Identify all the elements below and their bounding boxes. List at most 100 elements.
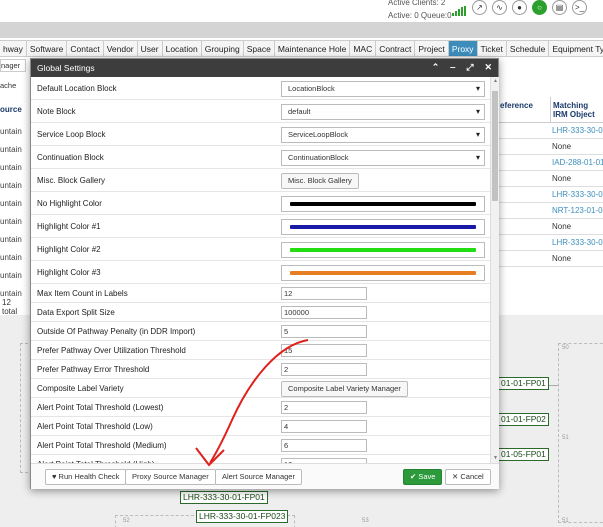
number-input[interactable]: 2 xyxy=(281,363,367,376)
cancel-label: Cancel xyxy=(460,472,484,481)
fp-label[interactable]: LHR-333-30-01-FP01 xyxy=(180,491,268,504)
cache-toggle[interactable]: ache xyxy=(0,81,28,93)
top-strip: Active Clients: 2 Active: 0 Queue:0 ↗ ∿ … xyxy=(0,0,603,22)
toolbar-strip xyxy=(0,22,603,38)
table-row[interactable]: LHR-333-30-05 xyxy=(498,123,603,139)
grid-number: 51 xyxy=(562,435,569,441)
nav-tab[interactable]: Contract xyxy=(376,41,416,56)
setting-row: Service Loop Block ServiceLoopBlock xyxy=(31,123,490,146)
matching-object-cell[interactable]: LHR-333-30-05 xyxy=(550,123,603,138)
sub-toolbar-button[interactable]: nager xyxy=(0,59,26,72)
column-header-source: ource xyxy=(0,105,22,114)
setting-row: Note Block default xyxy=(31,100,490,123)
color-picker[interactable] xyxy=(281,264,485,281)
table-row[interactable]: None xyxy=(498,171,603,187)
nav-tab[interactable]: Contact xyxy=(67,41,104,56)
table-row[interactable]: None xyxy=(498,219,603,235)
setting-button[interactable]: Composite Label Variety Manager xyxy=(281,380,408,397)
number-input[interactable]: 2 xyxy=(281,401,367,414)
fp-label[interactable]: 01-05-FP01 xyxy=(498,448,549,461)
setting-label: Highlight Color #2 xyxy=(37,244,101,254)
number-input[interactable]: 4 xyxy=(281,420,367,433)
matching-object-cell[interactable]: LHR-333-30-01 xyxy=(550,235,603,250)
number-input[interactable]: 5 xyxy=(281,325,367,338)
chart-icon[interactable]: ∿ xyxy=(492,0,507,15)
terminal-icon[interactable]: >_ xyxy=(572,0,587,15)
setting-select[interactable]: ServiceLoopBlock xyxy=(281,126,485,143)
table-row[interactable]: NRT-123-01-05 xyxy=(498,203,603,219)
setting-label: Highlight Color #1 xyxy=(37,221,101,231)
scroll-down-icon[interactable]: ▼ xyxy=(492,455,499,462)
nav-tab[interactable]: Project xyxy=(415,41,449,56)
nav-tab[interactable]: Schedule xyxy=(507,41,550,56)
nav-tab[interactable]: Location xyxy=(163,41,202,56)
dialog-scrollbar[interactable]: ▲ ▼ xyxy=(490,77,499,463)
run-health-check-button[interactable]: ♥ Run Health Check xyxy=(45,469,127,485)
nav-tab[interactable]: Space xyxy=(244,41,275,56)
nav-tab[interactable]: hway xyxy=(0,41,27,56)
cancel-button[interactable]: ✕ Cancel xyxy=(445,469,491,485)
expand-icon[interactable]: ↗ xyxy=(472,0,487,15)
table-row[interactable]: IAD-288-01-01 xyxy=(498,155,603,171)
nav-tab[interactable]: Equipment Type xyxy=(549,41,603,56)
setting-button[interactable]: Misc. Block Gallery xyxy=(281,172,359,189)
scroll-thumb[interactable] xyxy=(492,91,498,201)
setting-row: Composite Label Variety Composite Label V… xyxy=(31,379,490,398)
color-swatch xyxy=(290,201,476,206)
dialog-footer: ♥ Run Health Check Proxy Source Manager … xyxy=(31,463,499,489)
matching-object-cell[interactable]: LHR-333-30-01 xyxy=(550,187,603,202)
setting-select[interactable]: LocationBlock xyxy=(281,80,485,97)
setting-row: Alert Point Total Threshold (Low) 4 xyxy=(31,417,490,436)
nav-tab[interactable]: Ticket xyxy=(478,41,507,56)
fp-label[interactable]: LHR-333-30-01-FP023 xyxy=(196,510,289,523)
number-input[interactable]: 6 xyxy=(281,439,367,452)
color-picker[interactable] xyxy=(281,218,485,235)
fp-label[interactable]: 01-01-FP02 xyxy=(498,413,549,426)
setting-select[interactable]: default xyxy=(281,103,485,120)
close-icon[interactable]: ✕ xyxy=(484,62,492,73)
proxy-source-manager-button[interactable]: Proxy Source Manager xyxy=(125,469,216,485)
setting-label: Alert Point Total Threshold (Medium) xyxy=(37,440,167,450)
setting-select[interactable]: ContinuationBlock xyxy=(281,149,485,166)
number-input[interactable]: 15 xyxy=(281,344,367,357)
color-picker[interactable] xyxy=(281,241,485,258)
grid-number: 52 xyxy=(123,518,130,524)
nav-tab[interactable]: User xyxy=(138,41,163,56)
nav-tab[interactable]: Grouping xyxy=(202,41,244,56)
fp-label[interactable]: 01-01-FP01 xyxy=(498,377,549,390)
number-input[interactable]: 12 xyxy=(281,287,367,300)
save-label: Save xyxy=(418,472,436,481)
setting-row: Outside Of Pathway Penalty (in DDR Impor… xyxy=(31,322,490,341)
fullscreen-icon[interactable]: ⤢ xyxy=(466,62,473,73)
minimize-icon[interactable]: ‒ xyxy=(450,62,455,73)
number-input[interactable]: 100000 xyxy=(281,306,367,319)
nav-tab[interactable]: Maintenance Hole xyxy=(275,41,351,56)
matching-object-cell[interactable]: IAD-288-01-01 xyxy=(550,155,603,170)
nav-tab[interactable]: Proxy xyxy=(448,41,478,56)
nav-tab[interactable]: Vendor xyxy=(104,41,138,56)
column-header-reference: eference xyxy=(500,101,533,110)
grid-number: 51 xyxy=(562,518,569,524)
scroll-up-icon[interactable]: ▲ xyxy=(492,78,499,85)
table-cell xyxy=(498,235,550,250)
nav-tab[interactable]: Software xyxy=(27,41,68,56)
table-row[interactable]: None xyxy=(498,139,603,155)
status-icon[interactable]: ○ xyxy=(532,0,547,15)
nav-tab[interactable]: MAC xyxy=(350,41,377,56)
table-row[interactable]: None xyxy=(498,251,603,267)
table-row[interactable]: LHR-333-30-01 xyxy=(498,187,603,203)
table-cell xyxy=(498,251,550,266)
global-settings-dialog: Global Settings ⌃ ‒ ⤢ ✕ Default Location… xyxy=(30,58,499,489)
canvas-grid-cell xyxy=(558,343,603,523)
pages-icon[interactable]: ▤ xyxy=(552,0,567,15)
color-picker[interactable] xyxy=(281,195,485,212)
matching-object-cell[interactable]: NRT-123-01-05 xyxy=(550,203,603,218)
setting-row: Data Export Split Size 100000 xyxy=(31,303,490,322)
setting-label: Continuation Block xyxy=(37,152,104,162)
table-row[interactable]: LHR-333-30-01 xyxy=(498,235,603,251)
save-button[interactable]: ✔ Save xyxy=(403,469,443,485)
record-icon[interactable]: ● xyxy=(512,0,527,15)
right-header: eference Matching IRM Object xyxy=(498,97,603,123)
collapse-icon[interactable]: ⌃ xyxy=(432,62,440,73)
alert-source-manager-button[interactable]: Alert Source Manager xyxy=(215,469,302,485)
